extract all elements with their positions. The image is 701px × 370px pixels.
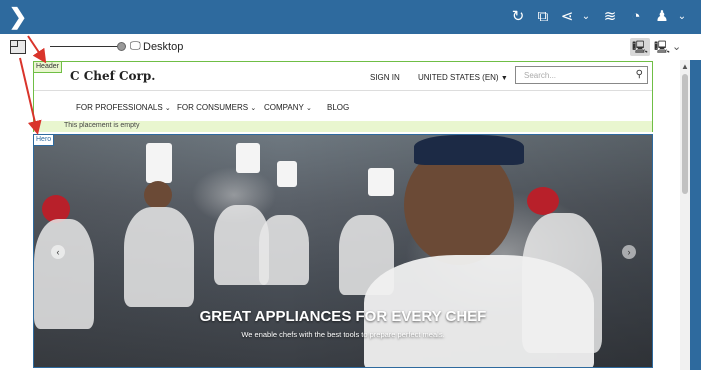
empty-placement-text: This placement is empty [64,122,140,129]
hero-next-arrow[interactable]: › [622,245,636,259]
chef-figure [124,207,194,307]
nav-label-consumers: FOR CONSUMERS [177,103,249,112]
nav-item-blog[interactable]: BLOG [327,103,349,112]
nav-label-company: COMPANY [264,103,304,112]
site-search-input[interactable]: Search... ⚲ [515,66,648,84]
scroll-up-icon[interactable]: ▲ [681,62,689,71]
hero-banner[interactable]: ‹ › GREAT APPLIANCES FOR EVERY CHEF We e… [33,134,653,368]
chef-hat [236,143,260,173]
share-icon[interactable]: ⋖ [557,7,577,27]
right-side-panel[interactable] [690,60,701,370]
chef-figure [259,215,309,285]
chef-hat [277,161,297,187]
viewport-menu-chevron-icon[interactable]: ⌄ [672,40,681,53]
nav-label-professionals: FOR PROFESSIONALS [76,103,163,112]
desktop-viewport-button[interactable]: 🖳 [630,38,650,56]
expand-panel-icon[interactable]: ❯ [6,5,30,29]
compare-icon[interactable]: ≋ [600,7,620,27]
user-menu-chevron-icon[interactable]: ⌄ [672,7,692,27]
scroll-thumb[interactable] [682,74,688,194]
viewport-slider-handle[interactable] [117,42,126,51]
chef-hat [368,168,394,196]
sign-in-link[interactable]: SIGN IN [370,73,400,82]
preview-toolbar: 🖵 Desktop 🖳 🖳 ⌄ [0,34,701,60]
chevron-down-icon: ⌄ [305,105,312,112]
layout-toggle-button[interactable] [10,40,26,54]
nav-item-consumers[interactable]: FOR CONSUMERS ⌄ [177,103,256,112]
header-placement-zone[interactable]: C Chef Corp. SIGN IN UNITED STATES (EN) … [33,61,653,132]
hero-prev-arrow[interactable]: ‹ [51,245,65,259]
app-topbar: ❯ ↻ ⧉ ⋖ ⌄ ≋ ◔ ♟ ⌄ [0,0,701,34]
header-divider [34,90,652,91]
time-icon[interactable]: ◔ [626,7,646,27]
nav-item-professionals[interactable]: FOR PROFESSIONALS ⌄ [76,103,171,112]
viewport-slider-track[interactable] [50,46,122,47]
user-settings-icon[interactable]: ♟ [652,7,672,27]
hero-zone-tag: Hero [33,134,55,146]
chevron-down-icon: ⌄ [250,105,257,112]
nav-item-company[interactable]: COMPANY ⌄ [264,103,312,112]
viewport-label: Desktop [143,41,184,53]
share-menu-chevron-icon[interactable]: ⌄ [576,7,596,27]
chef-figure [144,181,172,209]
preview-canvas: C Chef Corp. SIGN IN UNITED STATES (EN) … [0,60,680,370]
search-icon[interactable]: ⚲ [636,69,643,80]
header-zone-tag: Header [33,61,62,73]
desktop-monitor-icon: 🖵 [130,40,141,52]
locale-caret-icon: ▼ [500,75,508,82]
chef-bandana [414,135,524,165]
chevron-down-icon: ⌄ [164,105,171,112]
open-external-icon[interactable]: ⧉ [533,7,553,27]
chef-hat [146,143,172,183]
hero-title: GREAT APPLIANCES FOR EVERY CHEF [199,308,487,325]
site-logo[interactable]: C Chef Corp. [70,69,155,83]
chef-red-cap [527,187,559,215]
locale-selector[interactable]: UNITED STATES (EN) ▼ [418,73,508,82]
refresh-icon[interactable]: ↻ [508,7,528,27]
hero-subtitle: We enable chefs with the best tools to p… [241,330,445,339]
search-placeholder: Search... [524,71,557,80]
locale-label: UNITED STATES (EN) [418,73,499,82]
canvas-scrollbar[interactable]: ▲ [680,60,690,370]
mobile-viewport-button[interactable]: 🖳 [652,38,672,56]
